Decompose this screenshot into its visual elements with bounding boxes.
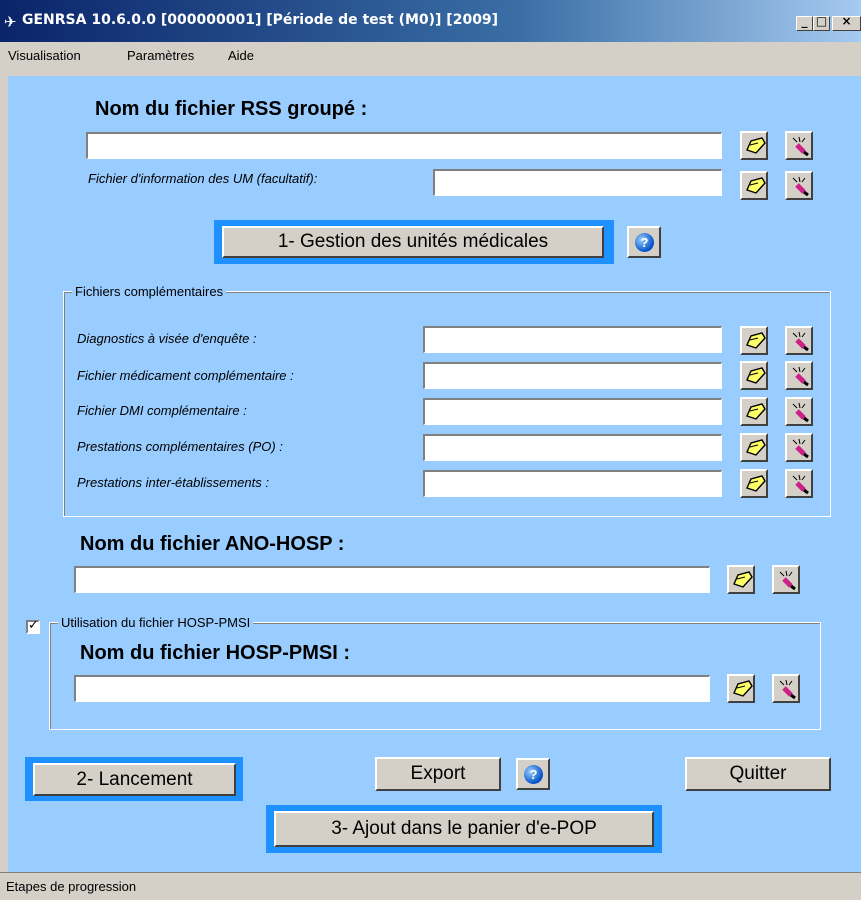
ano-hosp-heading: Nom du fichier ANO-HOSP :	[80, 533, 345, 555]
menu-aide[interactable]: Aide	[228, 48, 254, 63]
maximize-button[interactable]: □	[813, 14, 830, 31]
folder-icon	[746, 439, 766, 456]
help-icon: ?	[635, 233, 654, 252]
folder-icon	[746, 177, 766, 194]
quitter-button[interactable]: Quitter	[685, 757, 831, 791]
eraser-icon	[792, 366, 809, 387]
hosp-pmsi-group-title: Utilisation du fichier HOSP-PMSI	[58, 615, 254, 630]
um-clear-button[interactable]	[785, 171, 813, 200]
eraser-icon	[779, 570, 796, 591]
folder-icon	[746, 475, 766, 492]
eraser-icon	[792, 474, 809, 495]
um-browse-button[interactable]	[740, 171, 768, 200]
hosp-pmsi-checkbox[interactable]: ✓	[26, 618, 40, 634]
inter-etab-browse-button[interactable]	[740, 469, 768, 498]
folder-icon	[733, 571, 753, 588]
hosp-pmsi-field[interactable]	[74, 675, 710, 702]
window-title: GENRSA 10.6.0.0 [000000001] [Période de …	[22, 12, 499, 28]
inter-etab-clear-button[interactable]	[785, 469, 813, 498]
hosp-pmsi-browse-button[interactable]	[727, 674, 755, 703]
inter-etab-field[interactable]	[423, 470, 722, 497]
eraser-icon	[779, 679, 796, 700]
eraser-icon	[792, 402, 809, 423]
dmi-label: Fichier DMI complémentaire :	[77, 403, 247, 418]
po-label: Prestations complémentaires (PO) :	[77, 439, 283, 454]
po-browse-button[interactable]	[740, 433, 768, 462]
folder-icon	[746, 403, 766, 420]
menu-parametres[interactable]: Paramètres	[127, 48, 194, 63]
lancement-button[interactable]: 2- Lancement	[33, 763, 236, 796]
eraser-icon	[792, 438, 809, 459]
check-icon: ✓	[28, 618, 39, 633]
application-window: ✈ GENRSA 10.6.0.0 [000000001] [Période d…	[0, 0, 861, 900]
diagnostics-label: Diagnostics à visée d'enquête :	[77, 331, 257, 346]
medicament-browse-button[interactable]	[740, 361, 768, 390]
ano-hosp-field[interactable]	[74, 566, 710, 593]
menu-visualisation[interactable]: Visualisation	[8, 48, 81, 63]
folder-icon	[746, 367, 766, 384]
po-field[interactable]	[423, 434, 722, 461]
plane-icon: ✈	[4, 13, 17, 31]
eraser-icon	[792, 136, 809, 157]
ajout-epop-button[interactable]: 3- Ajout dans le panier d'e-POP	[274, 811, 654, 847]
complementaires-title: Fichiers complémentaires	[72, 284, 227, 299]
eraser-icon	[792, 176, 809, 197]
inter-etab-label: Prestations inter-établissements :	[77, 475, 269, 490]
eraser-icon	[792, 331, 809, 352]
um-file-label: Fichier d'information des UM (facultatif…	[88, 171, 318, 186]
help-icon: ?	[524, 765, 543, 784]
folder-icon	[746, 332, 766, 349]
rss-file-field[interactable]	[86, 132, 722, 159]
medicament-label: Fichier médicament complémentaire :	[77, 368, 294, 383]
window-border	[0, 68, 8, 872]
help-button-gestion[interactable]: ?	[627, 226, 661, 258]
rss-heading: Nom du fichier RSS groupé :	[95, 98, 368, 120]
diagnostics-browse-button[interactable]	[740, 326, 768, 355]
rss-browse-button[interactable]	[740, 131, 768, 160]
title-bar[interactable]: ✈ GENRSA 10.6.0.0 [000000001] [Période d…	[0, 0, 861, 42]
dmi-clear-button[interactable]	[785, 397, 813, 426]
help-button-export[interactable]: ?	[516, 758, 550, 790]
diagnostics-field[interactable]	[423, 326, 722, 353]
medicament-field[interactable]	[423, 362, 722, 389]
minimize-button[interactable]: _	[796, 14, 813, 31]
um-file-field[interactable]	[433, 169, 722, 196]
close-button[interactable]: ×	[832, 14, 861, 31]
diagnostics-clear-button[interactable]	[785, 326, 813, 355]
medicament-clear-button[interactable]	[785, 361, 813, 390]
ano-hosp-browse-button[interactable]	[727, 565, 755, 594]
hosp-pmsi-heading: Nom du fichier HOSP-PMSI :	[80, 642, 351, 664]
folder-icon	[746, 137, 766, 154]
rss-clear-button[interactable]	[785, 131, 813, 160]
dmi-field[interactable]	[423, 398, 722, 425]
status-bar: Etapes de progression	[0, 872, 861, 900]
hosp-pmsi-clear-button[interactable]	[772, 674, 800, 703]
export-button[interactable]: Export	[375, 757, 501, 791]
status-text: Etapes de progression	[6, 879, 137, 894]
menu-bar: Visualisation Paramètres Aide	[0, 42, 861, 68]
folder-icon	[733, 680, 753, 697]
po-clear-button[interactable]	[785, 433, 813, 462]
gestion-unites-button[interactable]: 1- Gestion des unités médicales	[222, 226, 604, 258]
ano-hosp-clear-button[interactable]	[772, 565, 800, 594]
dmi-browse-button[interactable]	[740, 397, 768, 426]
